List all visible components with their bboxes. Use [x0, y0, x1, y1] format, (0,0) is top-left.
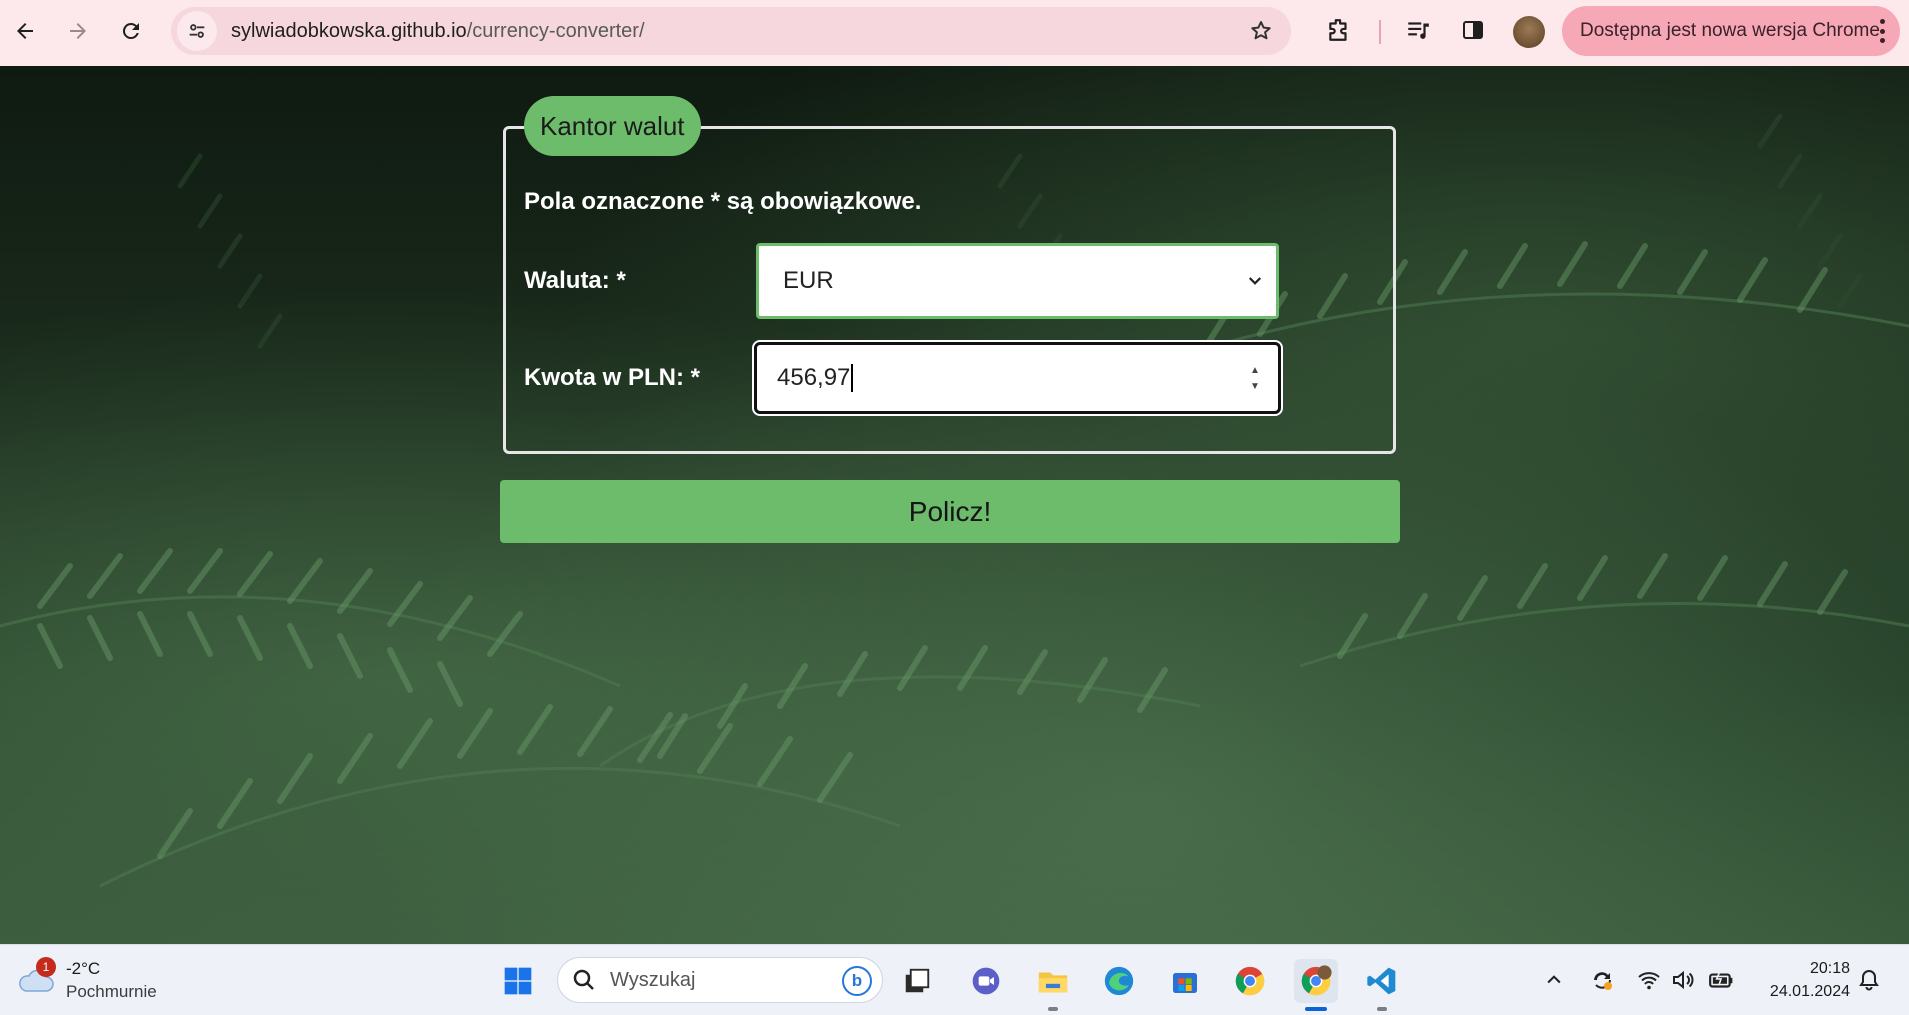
clock-date: 24.01.2024 — [1769, 983, 1850, 1000]
file-explorer-button[interactable] — [1031, 959, 1075, 1011]
spin-up-icon[interactable]: ▲ — [1250, 365, 1260, 377]
chevron-down-icon — [1248, 277, 1262, 285]
teams-chat-icon — [972, 967, 1000, 995]
teams-button[interactable] — [964, 959, 1008, 1003]
url-host: sylwiadobkowska.github.io — [231, 19, 467, 42]
task-view-button[interactable] — [895, 959, 939, 1003]
currency-select[interactable]: EUR — [756, 243, 1279, 319]
bing-icon[interactable]: b — [842, 966, 872, 996]
update-banner-text: Dostępna jest nowa wersja Chrome — [1580, 20, 1880, 41]
search-placeholder: Wyszukaj — [610, 968, 696, 991]
cloud-icon: 1 — [16, 957, 56, 993]
wifi-icon[interactable] — [1636, 967, 1662, 993]
active-indicator — [1305, 1007, 1327, 1011]
weather-temp: -2°C — [66, 959, 101, 978]
chrome-profile-button[interactable] — [1294, 959, 1338, 1011]
running-indicator — [1048, 1007, 1058, 1011]
notification-bell-icon[interactable] — [1856, 967, 1882, 993]
chrome-icon — [1235, 966, 1265, 996]
side-panel-icon[interactable] — [1459, 16, 1487, 44]
vscode-icon — [1367, 967, 1396, 995]
vscode-button[interactable] — [1360, 959, 1404, 1011]
windows-taskbar: 1 -2°C Pochmurnie Wyszukaj b 20:18 24.01… — [0, 944, 1909, 1015]
profile-avatar[interactable] — [1513, 16, 1545, 48]
amount-input[interactable]: 456,97 ▲ ▼ — [754, 342, 1281, 414]
task-view-icon — [905, 968, 930, 993]
amount-label: Kwota w PLN: * — [524, 364, 701, 391]
store-button[interactable] — [1163, 959, 1207, 1003]
extensions-icon[interactable] — [1325, 16, 1353, 44]
amount-input-value: 456,97 — [777, 364, 851, 391]
spin-down-icon[interactable]: ▼ — [1250, 381, 1260, 393]
weather-widget[interactable]: 1 -2°C Pochmurnie — [16, 957, 157, 1003]
number-spinner[interactable]: ▲ ▼ — [1248, 365, 1262, 393]
media-queue-icon[interactable] — [1404, 16, 1432, 44]
back-button[interactable] — [3, 9, 47, 53]
sync-icon[interactable] — [1589, 967, 1615, 993]
store-icon — [1173, 973, 1197, 993]
required-fields-note: Pola oznaczone * są obowiązkowe. — [524, 188, 922, 215]
edge-icon — [1104, 966, 1134, 996]
weather-desc: Pochmurnie — [66, 982, 157, 1001]
bookmark-star-icon[interactable] — [1249, 19, 1273, 43]
url-text[interactable]: sylwiadobkowska.github.io/currency-conve… — [231, 20, 645, 43]
calculate-button[interactable]: Policz! — [500, 480, 1400, 543]
clock-time: 20:18 — [1809, 960, 1850, 977]
reload-button[interactable] — [109, 9, 153, 53]
chevron-up-icon[interactable] — [1541, 967, 1567, 993]
battery-icon[interactable] — [1708, 967, 1734, 993]
search-icon — [573, 969, 594, 990]
chrome-profile-icon — [1301, 965, 1332, 996]
arrow-right-icon — [70, 23, 86, 39]
edge-button[interactable] — [1097, 959, 1141, 1003]
address-bar[interactable]: sylwiadobkowska.github.io/currency-conve… — [171, 7, 1291, 55]
volume-icon[interactable] — [1670, 967, 1696, 993]
folder-icon — [1038, 972, 1068, 993]
system-clock[interactable]: 20:18 24.01.2024 — [1756, 957, 1850, 1003]
browser-toolbar: sylwiadobkowska.github.io/currency-conve… — [0, 0, 1909, 66]
taskbar-search[interactable]: Wyszukaj b — [557, 957, 883, 1003]
url-path: /currency-converter/ — [466, 19, 645, 42]
start-button[interactable] — [496, 959, 540, 1003]
arrow-left-icon — [17, 23, 33, 39]
weather-badge: 1 — [36, 957, 56, 977]
site-info-icon[interactable] — [177, 11, 217, 51]
running-indicator — [1377, 1007, 1387, 1011]
toolbar-divider — [1379, 20, 1381, 44]
kebab-menu-icon[interactable] — [1878, 19, 1886, 43]
form-legend: Kantor walut — [524, 96, 701, 156]
windows-logo-icon — [504, 967, 532, 995]
forward-button[interactable] — [56, 9, 100, 53]
text-caret — [851, 364, 854, 392]
currency-select-value: EUR — [783, 267, 834, 294]
chrome-button[interactable] — [1228, 959, 1272, 1003]
reload-icon — [122, 22, 139, 39]
chrome-update-button[interactable]: Dostępna jest nowa wersja Chrome — [1562, 6, 1900, 56]
currency-label: Waluta: * — [524, 267, 626, 294]
